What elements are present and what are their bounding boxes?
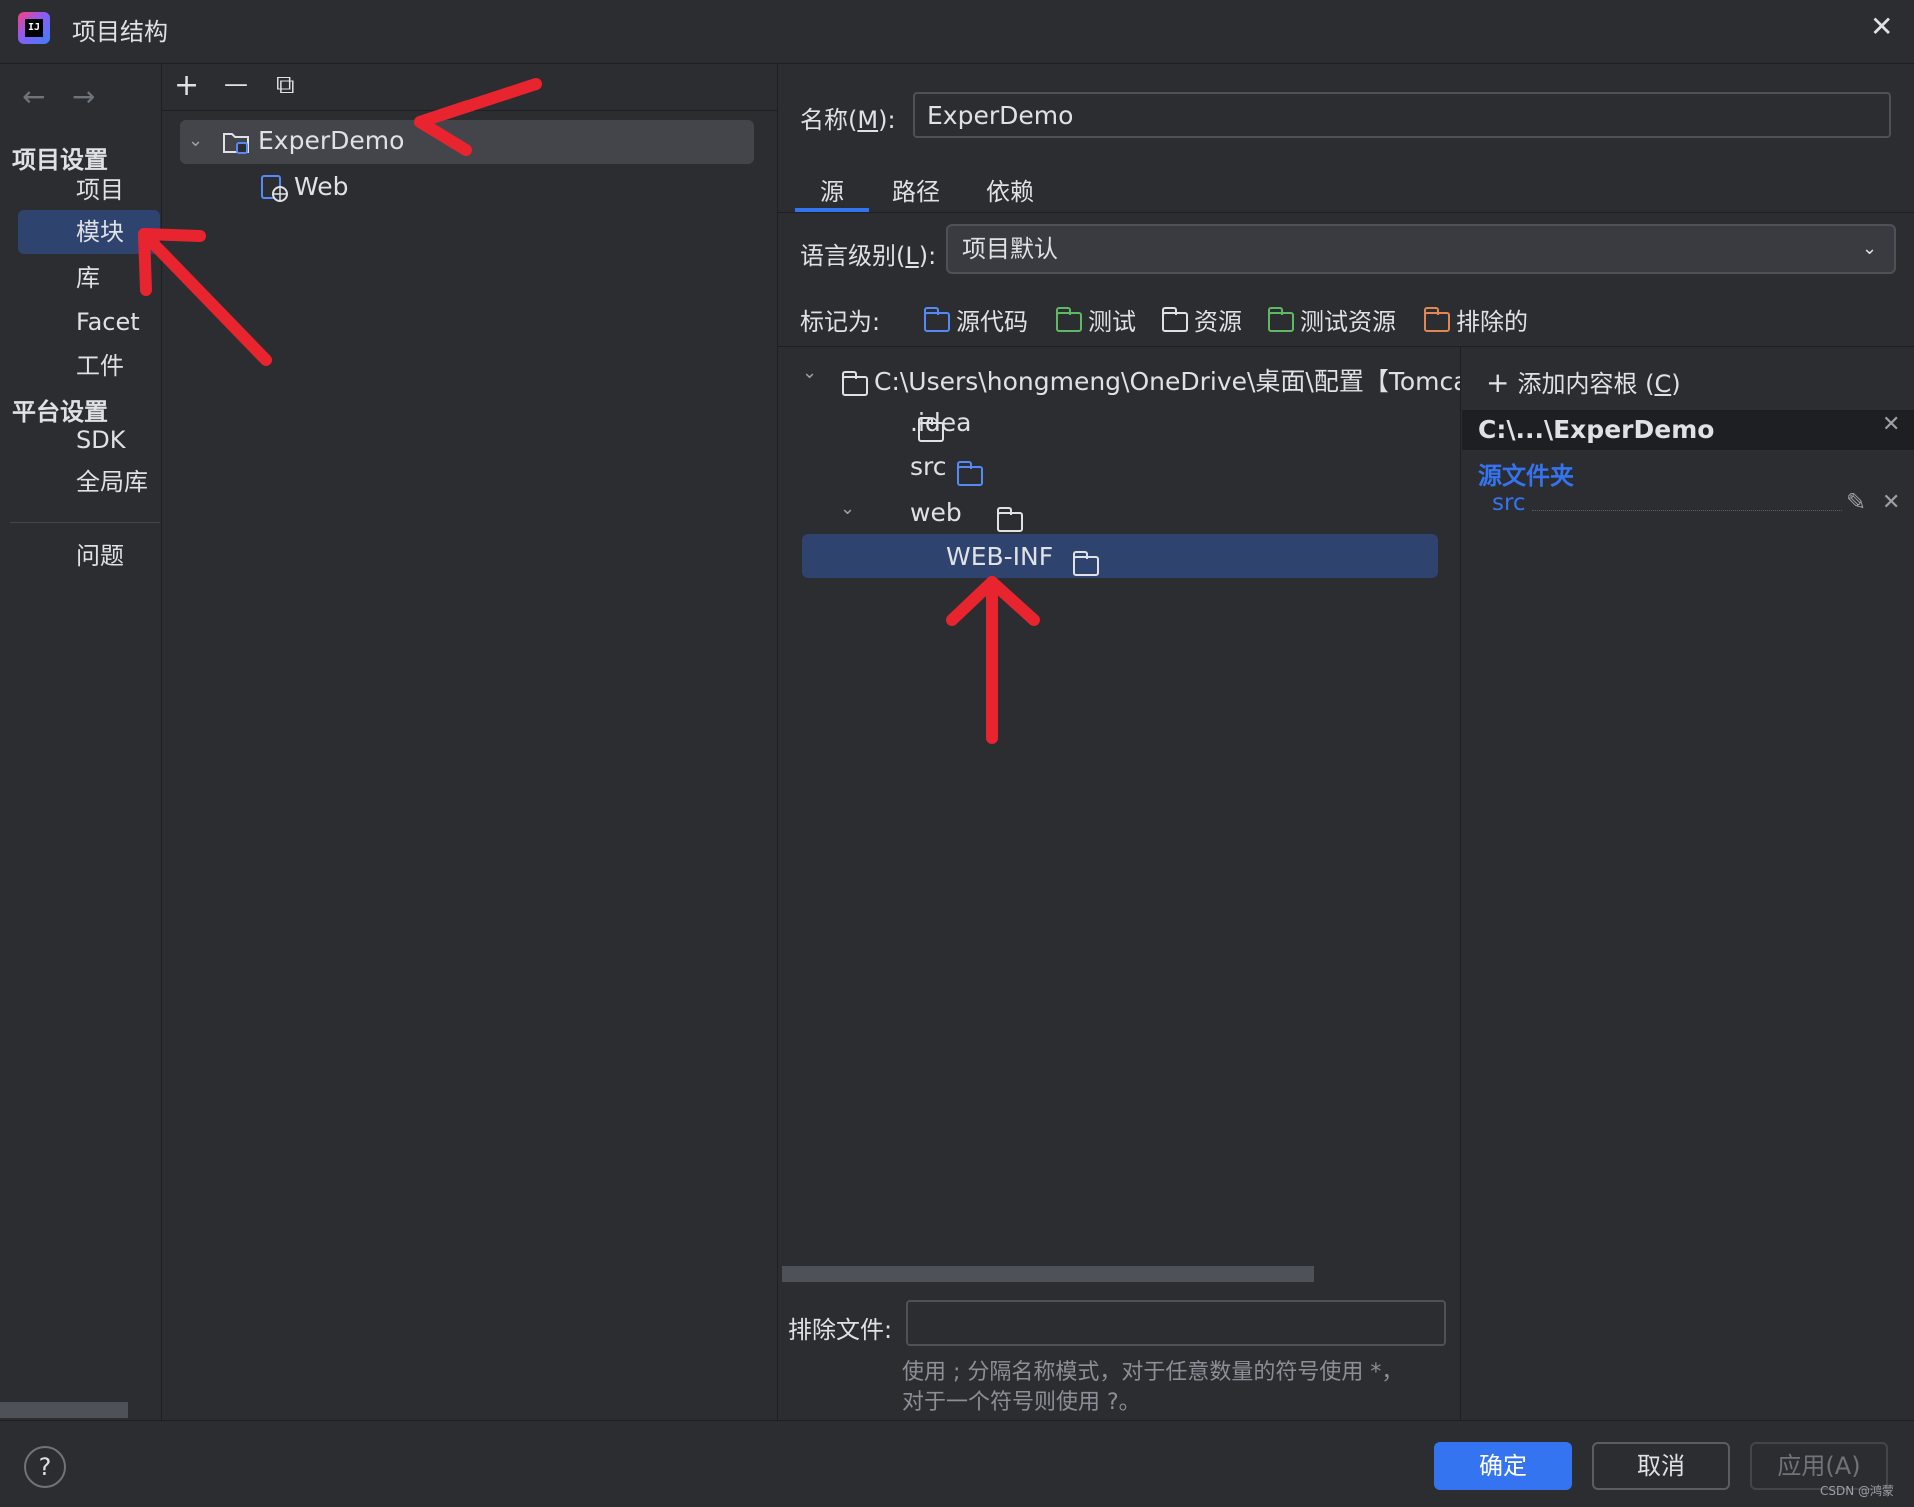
content-tree-web[interactable]: web	[910, 498, 962, 527]
content-root-title: C:\...\ExperDemo	[1478, 415, 1715, 444]
nav-horizontal-scrollbar[interactable]	[0, 1402, 128, 1418]
nav-item-libraries[interactable]: 库	[18, 256, 160, 300]
forward-arrow-icon[interactable]: →	[72, 80, 95, 113]
module-name-input[interactable]	[913, 92, 1891, 138]
window-title: 项目结构	[72, 18, 168, 46]
excluded-folder-icon	[1424, 307, 1450, 332]
chevron-down-icon[interactable]: ⌄	[840, 498, 855, 519]
remove-content-root-icon[interactable]: ✕	[1882, 412, 1900, 437]
tab-dependencies[interactable]: 依赖	[986, 172, 1034, 207]
nav-item-facets[interactable]: Facet	[18, 300, 160, 344]
mark-as-sources-label: 源代码	[956, 308, 1028, 336]
nav-item-modules[interactable]: 模块	[18, 210, 160, 254]
nav-divider	[10, 522, 160, 523]
tree-label-web[interactable]: Web	[294, 172, 349, 201]
mark-as-resources-button[interactable]: 资源	[1162, 302, 1242, 337]
plus-icon: +	[1486, 366, 1510, 399]
name-label: 名称(M):	[800, 106, 896, 134]
nav-item-problems[interactable]: 问题	[18, 534, 160, 578]
nav-item-project[interactable]: 项目	[18, 168, 160, 212]
chevron-down-icon[interactable]: ⌄	[802, 362, 817, 383]
intellij-logo-mark: IJ	[25, 19, 43, 37]
back-arrow-icon[interactable]: ←	[22, 80, 45, 113]
remove-module-icon[interactable]: —	[224, 70, 248, 98]
mark-as-excluded-button[interactable]: 排除的	[1424, 302, 1528, 337]
add-module-icon[interactable]: +	[174, 68, 199, 103]
help-icon[interactable]: ?	[24, 1446, 66, 1488]
mark-as-excluded-label: 排除的	[1456, 308, 1528, 336]
exclude-files-label: 排除文件:	[788, 1316, 893, 1344]
remove-source-folder-icon[interactable]: ✕	[1882, 490, 1900, 515]
tree-label-experdemo: ExperDemo	[258, 126, 405, 155]
test-folder-icon	[1056, 307, 1082, 332]
content-tree-horizontal-scrollbar[interactable]	[782, 1266, 1314, 1282]
nav-item-artifacts[interactable]: 工件	[18, 344, 160, 388]
mark-as-label: 标记为:	[800, 308, 881, 336]
mark-as-resources-label: 资源	[1194, 308, 1242, 336]
module-tree-panel	[162, 64, 778, 1420]
web-facet-icon	[261, 175, 288, 202]
mark-as-test-resources-label: 测试资源	[1300, 308, 1396, 336]
content-root-path[interactable]: C:\Users\hongmeng\OneDrive\桌面\配置【Tomcat】	[874, 362, 1460, 398]
content-tree-idea[interactable]: .idea	[910, 408, 971, 437]
close-window-icon[interactable]: ✕	[1870, 10, 1893, 43]
tabs-divider	[778, 212, 1914, 213]
title-bar	[0, 0, 1914, 64]
content-tree-web-inf: WEB-INF	[946, 542, 1054, 571]
mark-as-tests-label: 测试	[1088, 308, 1136, 336]
footer-divider	[0, 1420, 1914, 1421]
nav-item-global-libraries[interactable]: 全局库	[18, 460, 160, 504]
language-level-select[interactable]: 项目默认	[946, 224, 1896, 274]
dotted-leader	[1532, 510, 1842, 511]
source-folder-icon	[957, 461, 984, 486]
language-level-label: 语言级别(L):	[800, 242, 937, 270]
chevron-down-icon[interactable]: ⌄	[188, 130, 203, 151]
edit-pencil-icon[interactable]: ✎	[1846, 488, 1866, 516]
folder-icon	[1072, 551, 1099, 576]
source-folder-item[interactable]: src	[1492, 490, 1526, 516]
watermark: CSDN @鸿蒙	[1820, 1484, 1895, 1498]
module-folder-icon	[223, 133, 249, 154]
test-resource-folder-icon	[1268, 307, 1294, 332]
content-tree-src[interactable]: src	[910, 452, 947, 481]
source-folder-icon	[924, 307, 950, 332]
toolbar-divider	[162, 110, 778, 111]
exclude-files-input[interactable]	[906, 1300, 1446, 1346]
nav-item-sdk[interactable]: SDK	[18, 418, 160, 462]
folder-icon	[996, 507, 1023, 532]
exclude-hint-line-2: 对于一个符号则使用 ?。	[902, 1390, 1141, 1415]
mark-as-test-resources-button[interactable]: 测试资源	[1268, 302, 1396, 337]
resource-folder-icon	[1162, 307, 1188, 332]
mark-as-sources-button[interactable]: 源代码	[924, 302, 1028, 337]
content-divider	[778, 346, 1914, 347]
content-split-divider[interactable]	[1460, 346, 1461, 1420]
mark-as-tests-button[interactable]: 测试	[1056, 302, 1136, 337]
content-tree-row-web-inf[interactable]	[802, 534, 1438, 578]
chevron-down-icon: ⌄	[1862, 238, 1878, 259]
ok-button[interactable]: 确定	[1434, 1442, 1572, 1490]
source-folders-label: 源文件夹	[1478, 462, 1574, 490]
tab-sources[interactable]: 源	[820, 172, 844, 207]
exclude-hint-line-1: 使用 ; 分隔名称模式，对于任意数量的符号使用 *，	[902, 1360, 1404, 1385]
cancel-button[interactable]: 取消	[1592, 1442, 1730, 1490]
add-content-root-button[interactable]: + 添加内容根 (C)	[1486, 364, 1681, 399]
tab-paths[interactable]: 路径	[892, 172, 940, 207]
copy-module-icon[interactable]: ⧉	[276, 70, 295, 101]
folder-icon	[842, 371, 868, 396]
